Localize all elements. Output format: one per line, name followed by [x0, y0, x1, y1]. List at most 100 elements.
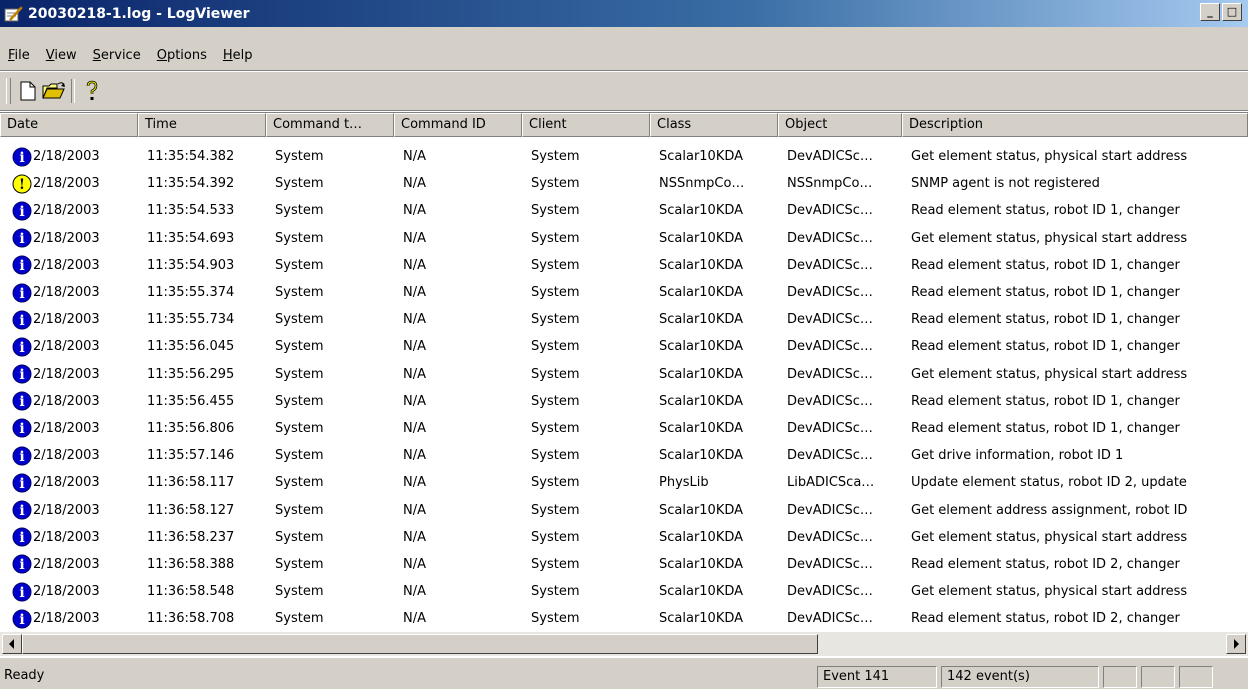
cell-date-text: 2/18/2003 — [33, 448, 100, 464]
table-row[interactable]: i 2/18/2003 11:35:56.806 System N/A System Sca… — [0, 415, 1248, 442]
cell-command-id: N/A — [403, 393, 426, 409]
cell-class: NSSnmpCo… — [659, 176, 745, 192]
app-icon — [4, 5, 23, 21]
table-row[interactable]: i 2/18/2003 11:36:58.127 System N/A System Sca… — [0, 496, 1248, 523]
cell-time: 11:35:56.295 — [147, 366, 235, 382]
cell-object: DevADICSc… — [787, 203, 873, 219]
cell-client: System — [531, 312, 580, 328]
horizontal-scrollbar[interactable] — [0, 632, 1248, 656]
cell-command-type: System — [275, 475, 324, 491]
cell-client: System — [531, 475, 580, 491]
table-row[interactable]: i 2/18/2003 11:36:58.388 System N/A System Sca… — [0, 551, 1248, 578]
cell-date: i 2/18/2003 — [0, 228, 138, 248]
table-row[interactable]: ! 2/18/2003 11:35:54.392 System N/A System NSS… — [0, 170, 1248, 197]
svg-text:i: i — [19, 258, 24, 274]
svg-text:i: i — [19, 612, 24, 628]
cell-time: 11:35:56.455 — [147, 393, 235, 409]
column-header-command-type[interactable]: Command t… — [266, 113, 394, 137]
cell-date: i 2/18/2003 — [0, 473, 138, 493]
title-bar: 20030218-1.log - LogViewer _ □ — [0, 0, 1248, 27]
scroll-right-button[interactable] — [1226, 634, 1246, 654]
table-row[interactable]: i 2/18/2003 11:36:58.237 System N/A System Sca… — [0, 524, 1248, 551]
info-icon: i — [12, 446, 32, 466]
menu-help[interactable]: Help — [215, 48, 261, 63]
log-list-view[interactable]: Date Time Command t… Command ID Client C… — [0, 112, 1248, 658]
cell-description: Read element status, robot ID 1, changer — [911, 312, 1180, 328]
scroll-left-button[interactable] — [2, 634, 22, 654]
menu-service[interactable]: Service — [85, 48, 149, 63]
cell-command-type: System — [275, 203, 324, 219]
cell-time: 11:35:56.045 — [147, 339, 235, 355]
table-row[interactable]: i 2/18/2003 11:35:56.045 System N/A System Sca… — [0, 333, 1248, 360]
cell-date-text: 2/18/2003 — [33, 149, 100, 165]
status-pane-empty — [1141, 666, 1175, 688]
maximize-button[interactable]: □ — [1222, 3, 1242, 21]
svg-text:i: i — [19, 367, 24, 383]
column-header-time[interactable]: Time — [138, 113, 266, 137]
table-row[interactable]: i 2/18/2003 11:35:56.455 System N/A System Sca… — [0, 388, 1248, 415]
menu-file[interactable]: File — [0, 48, 38, 63]
cell-class: Scalar10KDA — [659, 611, 744, 627]
column-header-client[interactable]: Client — [522, 113, 650, 137]
scrollbar-thumb[interactable] — [22, 634, 818, 654]
info-icon: i — [12, 582, 32, 602]
cell-class: Scalar10KDA — [659, 420, 744, 436]
info-icon: i — [12, 609, 32, 629]
svg-text:i: i — [19, 503, 24, 519]
cell-client: System — [531, 366, 580, 382]
cell-date: i 2/18/2003 — [0, 554, 138, 574]
cell-object: DevADICSc… — [787, 339, 873, 355]
table-row[interactable]: i 2/18/2003 11:35:55.374 System N/A System Sca… — [0, 279, 1248, 306]
cell-class: Scalar10KDA — [659, 230, 744, 246]
cell-command-id: N/A — [403, 448, 426, 464]
cell-command-id: N/A — [403, 584, 426, 600]
column-header-object[interactable]: Object — [778, 113, 902, 137]
menu-options[interactable]: Options — [149, 48, 215, 63]
toolbar-grip[interactable] — [6, 78, 11, 104]
cell-time: 11:36:58.388 — [147, 556, 235, 572]
cell-time: 11:35:54.903 — [147, 257, 235, 273]
cell-description: Get drive information, robot ID 1 — [911, 448, 1124, 464]
cell-date: i 2/18/2003 — [0, 609, 138, 629]
column-header-command-id[interactable]: Command ID — [394, 113, 522, 137]
cell-time: 11:35:54.693 — [147, 230, 235, 246]
cell-client: System — [531, 149, 580, 165]
column-header-class[interactable]: Class — [650, 113, 778, 137]
cell-command-type: System — [275, 149, 324, 165]
cell-class: Scalar10KDA — [659, 584, 744, 600]
open-button[interactable] — [41, 78, 67, 104]
column-header-description[interactable]: Description — [902, 113, 1248, 137]
info-icon: i — [12, 228, 32, 248]
cell-description: Update element status, robot ID 2, updat… — [911, 475, 1187, 491]
status-pane-empty — [1103, 666, 1137, 688]
new-button[interactable] — [15, 78, 41, 104]
table-row[interactable]: i 2/18/2003 11:35:54.693 System N/A System Sca… — [0, 225, 1248, 252]
table-row[interactable]: i 2/18/2003 11:35:56.295 System N/A System Sca… — [0, 361, 1248, 388]
cell-description: Read element status, robot ID 1, changer — [911, 339, 1180, 355]
status-pane-empty — [1179, 666, 1213, 688]
table-row[interactable]: i 2/18/2003 11:36:58.117 System N/A System Phy… — [0, 469, 1248, 496]
cell-object: DevADICSc… — [787, 529, 873, 545]
cell-date-text: 2/18/2003 — [33, 529, 100, 545]
table-row[interactable]: i 2/18/2003 11:35:55.734 System N/A System Sca… — [0, 306, 1248, 333]
menu-view[interactable]: View — [38, 48, 85, 63]
table-row[interactable]: i 2/18/2003 11:36:58.708 System N/A System Sca… — [0, 605, 1248, 632]
cell-description: Get element status, physical start addre… — [911, 366, 1188, 382]
cell-command-type: System — [275, 230, 324, 246]
table-row[interactable]: i 2/18/2003 11:35:54.382 System N/A System Sca… — [0, 143, 1248, 170]
table-row[interactable]: i 2/18/2003 11:35:54.533 System N/A System Sca… — [0, 197, 1248, 224]
cell-description: SNMP agent is not registered — [911, 176, 1100, 192]
cell-client: System — [531, 393, 580, 409]
cell-date-text: 2/18/2003 — [33, 257, 100, 273]
cell-description: Read element status, robot ID 1, changer — [911, 203, 1180, 219]
minimize-button[interactable]: _ — [1200, 3, 1220, 21]
cell-date: i 2/18/2003 — [0, 418, 138, 438]
cell-date-text: 2/18/2003 — [33, 203, 100, 219]
table-row[interactable]: i 2/18/2003 11:36:58.548 System N/A System Sca… — [0, 578, 1248, 605]
table-row[interactable]: i 2/18/2003 11:35:54.903 System N/A System Sca… — [0, 252, 1248, 279]
cell-client: System — [531, 285, 580, 301]
help-button[interactable] — [79, 78, 105, 104]
column-header-date[interactable]: Date — [0, 113, 138, 137]
open-folder-icon — [42, 82, 65, 99]
table-row[interactable]: i 2/18/2003 11:35:57.146 System N/A System Sca… — [0, 442, 1248, 469]
